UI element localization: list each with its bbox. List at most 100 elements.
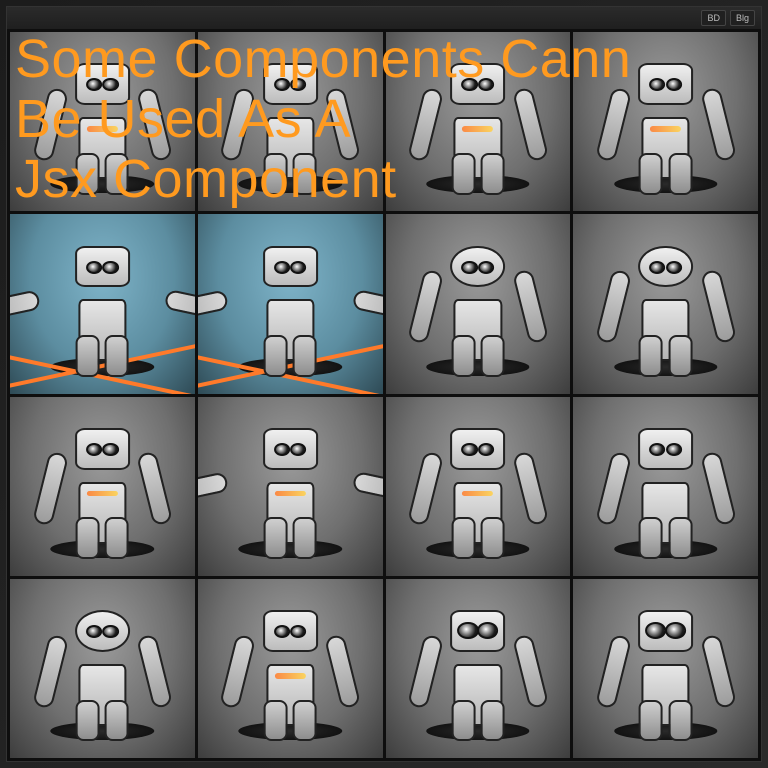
robot-arm bbox=[10, 289, 41, 323]
robot-leg bbox=[76, 335, 100, 377]
robot-arm bbox=[407, 451, 444, 526]
thumbnail-cell[interactable] bbox=[198, 397, 383, 576]
robot-leg bbox=[451, 517, 475, 559]
robot-arm bbox=[700, 633, 737, 708]
thumbnail-cell[interactable] bbox=[10, 579, 195, 758]
robot-eye bbox=[666, 443, 682, 456]
robot-leg bbox=[264, 335, 288, 377]
robot-head bbox=[450, 428, 505, 470]
robot-leg bbox=[105, 700, 129, 742]
robot-leg bbox=[293, 517, 317, 559]
thumbnail-cell[interactable] bbox=[386, 579, 571, 758]
robot-figure bbox=[235, 432, 346, 543]
robot-eye bbox=[86, 261, 102, 274]
robot-eye bbox=[649, 443, 665, 456]
robot-arm bbox=[32, 451, 69, 526]
robot-eye bbox=[102, 443, 118, 456]
robot-figure bbox=[47, 250, 158, 361]
thumbnail-cell[interactable] bbox=[198, 579, 383, 758]
robot-eye bbox=[665, 622, 686, 639]
robot-eye bbox=[86, 443, 102, 456]
robot-arm bbox=[512, 633, 549, 708]
accent-stripe bbox=[462, 491, 493, 497]
robot-leg bbox=[293, 335, 317, 377]
thumbnail-cell[interactable] bbox=[10, 397, 195, 576]
thumbnail-cell[interactable] bbox=[386, 214, 571, 393]
robot-arm bbox=[700, 451, 737, 526]
robot-arm bbox=[136, 633, 173, 708]
robot-eye bbox=[462, 261, 478, 274]
robot-leg bbox=[481, 517, 505, 559]
overlay-headline: Some Components Cann Be Used As A Jsx Co… bbox=[15, 29, 753, 209]
robot-eye bbox=[462, 443, 478, 456]
robot-eye bbox=[478, 261, 494, 274]
robot-figure bbox=[610, 615, 721, 726]
robot-eye bbox=[274, 261, 290, 274]
thumbnail-cell[interactable] bbox=[573, 214, 758, 393]
thumbnail-cell[interactable] bbox=[10, 214, 195, 393]
robot-head bbox=[638, 428, 693, 470]
robot-head bbox=[450, 610, 505, 652]
robot-figure bbox=[610, 250, 721, 361]
robot-leg bbox=[76, 517, 100, 559]
thumbnail-cell[interactable] bbox=[198, 214, 383, 393]
thumbnail-cell[interactable] bbox=[386, 397, 571, 576]
robot-leg bbox=[105, 517, 129, 559]
robot-leg bbox=[481, 335, 505, 377]
thumbnail-cell[interactable] bbox=[573, 579, 758, 758]
accent-stripe bbox=[275, 491, 306, 497]
accent-stripe bbox=[87, 491, 118, 497]
robot-leg bbox=[668, 335, 692, 377]
app-window: BD Blg Some Components Cann Be Used As A… bbox=[6, 6, 762, 762]
robot-leg bbox=[639, 517, 663, 559]
robot-leg bbox=[451, 335, 475, 377]
headline-line-3: Jsx Component bbox=[15, 149, 753, 209]
robot-eye bbox=[102, 625, 118, 638]
robot-figure bbox=[422, 615, 533, 726]
robot-leg bbox=[76, 700, 100, 742]
robot-eye bbox=[666, 261, 682, 274]
robot-leg bbox=[264, 700, 288, 742]
robot-head bbox=[75, 428, 130, 470]
robot-arm bbox=[595, 633, 632, 708]
toolbar-button-1[interactable]: BD bbox=[701, 10, 726, 26]
robot-arm bbox=[164, 289, 195, 323]
robot-leg bbox=[105, 335, 129, 377]
robot-head bbox=[263, 246, 318, 288]
robot-figure bbox=[47, 615, 158, 726]
toolbar-button-2[interactable]: Blg bbox=[730, 10, 755, 26]
robot-arm bbox=[595, 269, 632, 344]
robot-eye bbox=[290, 443, 306, 456]
robot-figure bbox=[235, 250, 346, 361]
robot-arm bbox=[407, 633, 444, 708]
robot-head bbox=[75, 610, 130, 652]
robot-figure bbox=[422, 250, 533, 361]
robot-leg bbox=[639, 700, 663, 742]
robot-arm bbox=[198, 472, 229, 506]
thumbnail-cell[interactable] bbox=[573, 397, 758, 576]
robot-arm bbox=[136, 451, 173, 526]
robot-arm bbox=[220, 633, 257, 708]
robot-leg bbox=[639, 335, 663, 377]
robot-eye bbox=[290, 261, 306, 274]
robot-leg bbox=[264, 517, 288, 559]
robot-head bbox=[450, 246, 505, 288]
robot-leg bbox=[481, 700, 505, 742]
robot-head bbox=[263, 610, 318, 652]
robot-eye bbox=[645, 622, 666, 639]
robot-arm bbox=[407, 269, 444, 344]
robot-eye bbox=[290, 625, 306, 638]
robot-figure bbox=[47, 432, 158, 543]
robot-eye bbox=[86, 625, 102, 638]
robot-arm bbox=[32, 633, 69, 708]
robot-head bbox=[638, 610, 693, 652]
robot-arm bbox=[324, 633, 361, 708]
robot-figure bbox=[610, 432, 721, 543]
robot-leg bbox=[451, 700, 475, 742]
robot-arm bbox=[595, 451, 632, 526]
robot-leg bbox=[668, 700, 692, 742]
robot-figure bbox=[422, 432, 533, 543]
robot-eye bbox=[649, 261, 665, 274]
robot-head bbox=[75, 246, 130, 288]
robot-head bbox=[263, 428, 318, 470]
